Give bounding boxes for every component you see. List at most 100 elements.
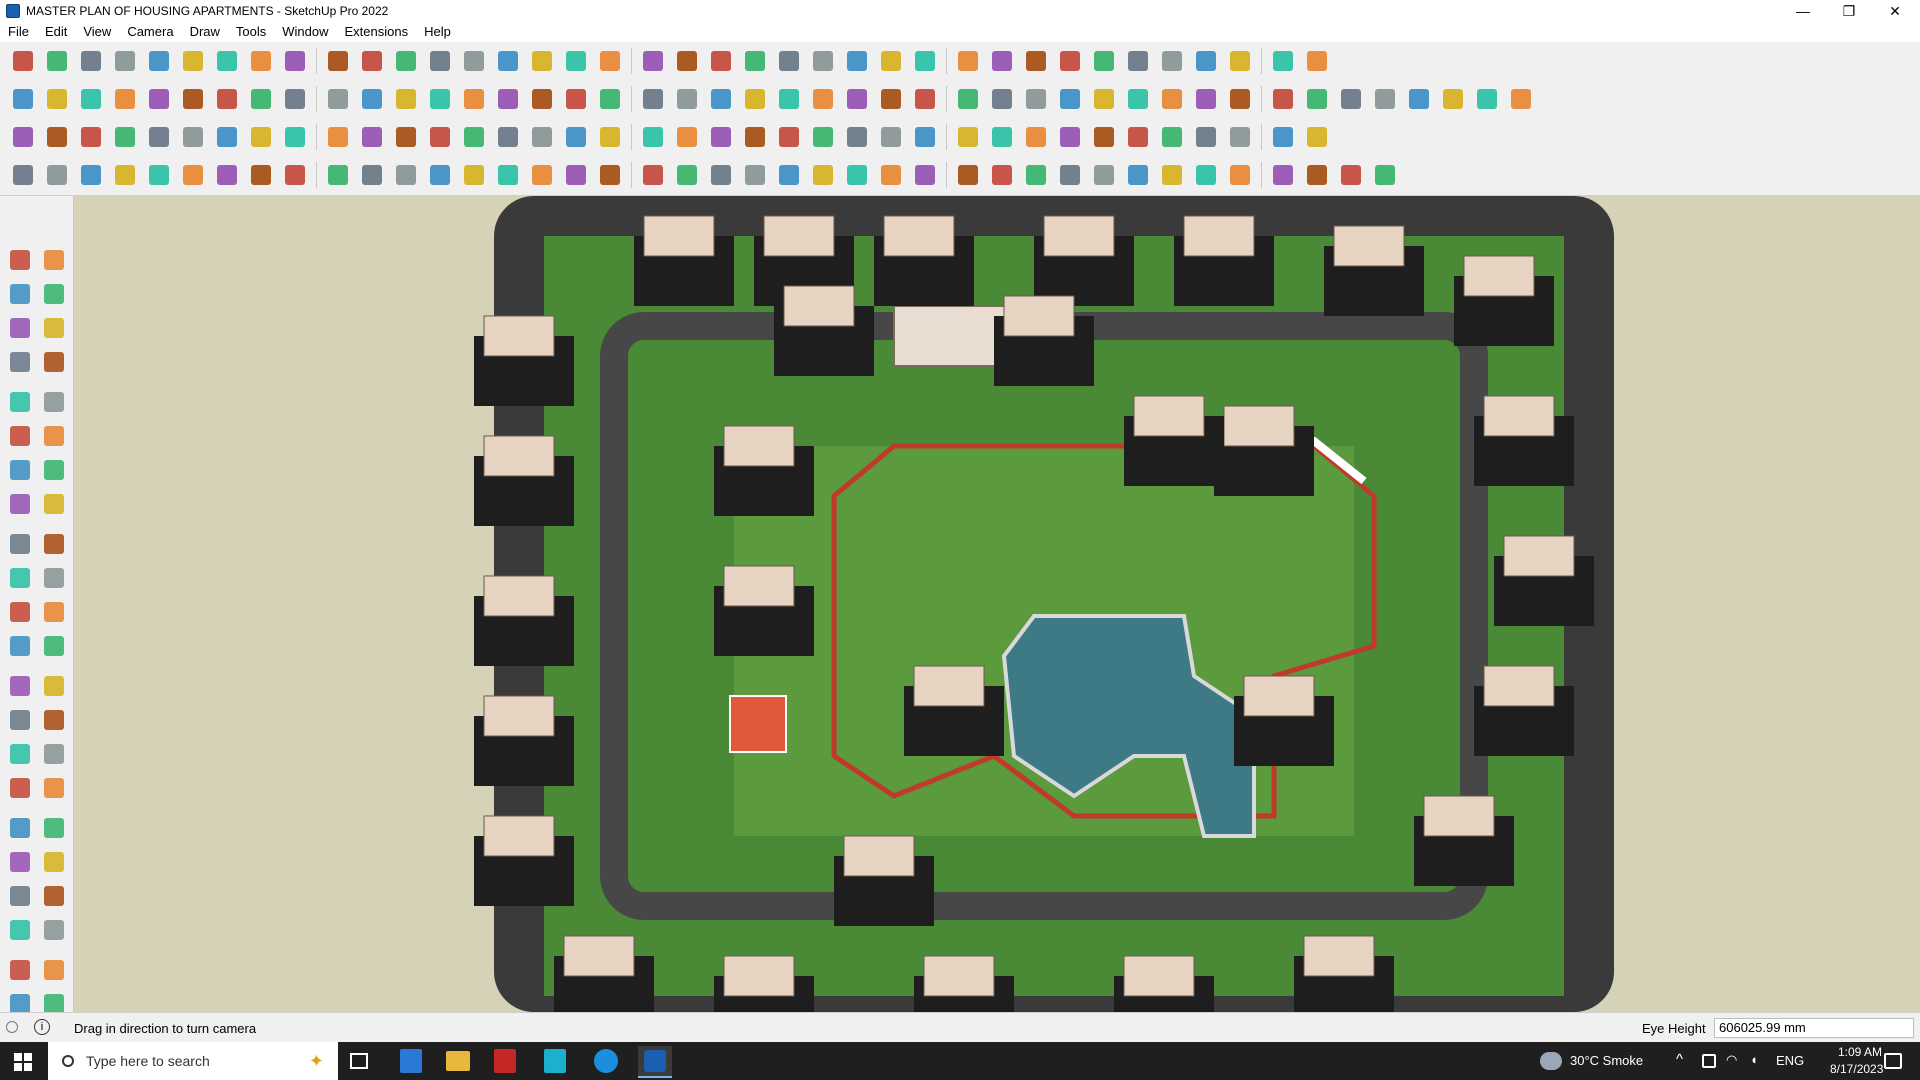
palette-tool-icon[interactable] [40, 882, 68, 910]
toolbar-tool-icon[interactable] [808, 46, 838, 76]
palette-tool-icon[interactable] [40, 246, 68, 274]
menu-camera[interactable]: Camera [119, 22, 181, 42]
palette-tool-icon[interactable] [40, 848, 68, 876]
toolbar-tool-icon[interactable] [178, 122, 208, 152]
palette-tool-icon[interactable] [6, 916, 34, 944]
palette-tool-icon[interactable] [6, 956, 34, 984]
eye-height-field[interactable]: 606025.99 mm [1714, 1018, 1914, 1038]
toolbar-tool-icon[interactable] [595, 46, 625, 76]
toolbar-tool-icon[interactable] [774, 160, 804, 190]
toolbar-tool-icon[interactable] [987, 46, 1017, 76]
model-viewport[interactable] [74, 196, 1920, 1012]
file-explorer-icon[interactable] [446, 1051, 470, 1071]
language-indicator[interactable]: ENG [1776, 1053, 1804, 1068]
toolbar-tool-icon[interactable] [876, 160, 906, 190]
toolbar-tool-icon[interactable] [42, 84, 72, 114]
toolbar-tool-icon[interactable] [8, 160, 38, 190]
toolbar-tool-icon[interactable] [910, 46, 940, 76]
palette-tool-icon[interactable] [6, 740, 34, 768]
toolbar-tool-icon[interactable] [561, 160, 591, 190]
toolbar-tool-icon[interactable] [876, 122, 906, 152]
geo-location-icon[interactable] [6, 1021, 18, 1033]
toolbar-tool-icon[interactable] [459, 84, 489, 114]
toolbar-tool-icon[interactable] [706, 160, 736, 190]
toolbar-tool-icon[interactable] [8, 84, 38, 114]
toolbar-tool-icon[interactable] [212, 160, 242, 190]
toolbar-tool-icon[interactable] [1225, 46, 1255, 76]
calculator-app-icon[interactable] [400, 1049, 422, 1073]
toolbar-tool-icon[interactable] [1089, 122, 1119, 152]
toolbar-tool-icon[interactable] [910, 160, 940, 190]
toolbar-tool-icon[interactable] [638, 122, 668, 152]
toolbar-tool-icon[interactable] [459, 160, 489, 190]
toolbar-tool-icon[interactable] [425, 84, 455, 114]
toolbar-tool-icon[interactable] [876, 46, 906, 76]
toolbar-tool-icon[interactable] [740, 46, 770, 76]
toolbar-tool-icon[interactable] [740, 84, 770, 114]
palette-tool-icon[interactable] [40, 348, 68, 376]
toolbar-tool-icon[interactable] [280, 160, 310, 190]
toolbar-tool-icon[interactable] [595, 84, 625, 114]
toolbar-tool-icon[interactable] [953, 160, 983, 190]
toolbar-tool-icon[interactable] [8, 122, 38, 152]
toolbar-tool-icon[interactable] [76, 84, 106, 114]
palette-tool-icon[interactable] [6, 246, 34, 274]
minimize-button[interactable]: — [1780, 0, 1826, 22]
toolbar-tool-icon[interactable] [280, 122, 310, 152]
weather-text[interactable]: 30°C Smoke [1570, 1053, 1643, 1068]
toolbar-tool-icon[interactable] [493, 84, 523, 114]
toolbar-tool-icon[interactable] [1089, 46, 1119, 76]
toolbar-tool-icon[interactable] [561, 122, 591, 152]
toolbar-tool-icon[interactable] [808, 84, 838, 114]
toolbar-tool-icon[interactable] [144, 122, 174, 152]
palette-tool-icon[interactable] [40, 740, 68, 768]
toolbar-tool-icon[interactable] [1225, 84, 1255, 114]
palette-tool-icon[interactable] [6, 530, 34, 558]
toolbar-tool-icon[interactable] [357, 122, 387, 152]
toolbar-tool-icon[interactable] [1021, 122, 1051, 152]
toolbar-tool-icon[interactable] [459, 122, 489, 152]
toolbar-tool-icon[interactable] [323, 122, 353, 152]
toolbar-tool-icon[interactable] [1021, 84, 1051, 114]
palette-tool-icon[interactable] [6, 490, 34, 518]
menu-tools[interactable]: Tools [228, 22, 274, 42]
toolbar-tool-icon[interactable] [357, 160, 387, 190]
task-view-icon[interactable] [350, 1053, 368, 1069]
palette-tool-icon[interactable] [40, 456, 68, 484]
toolbar-tool-icon[interactable] [212, 122, 242, 152]
toolbar-tool-icon[interactable] [1123, 160, 1153, 190]
toolbar-tool-icon[interactable] [808, 160, 838, 190]
menu-help[interactable]: Help [416, 22, 459, 42]
close-button[interactable]: ✕ [1872, 0, 1918, 22]
toolbar-tool-icon[interactable] [527, 122, 557, 152]
palette-tool-icon[interactable] [6, 706, 34, 734]
toolbar-tool-icon[interactable] [638, 84, 668, 114]
toolbar-tool-icon[interactable] [1123, 46, 1153, 76]
toolbar-tool-icon[interactable] [706, 122, 736, 152]
toolbar-tool-icon[interactable] [1302, 122, 1332, 152]
toolbar-tool-icon[interactable] [740, 160, 770, 190]
toolbar-tool-icon[interactable] [280, 46, 310, 76]
toolbar-tool-icon[interactable] [595, 122, 625, 152]
toolbar-tool-icon[interactable] [246, 122, 276, 152]
toolbar-tool-icon[interactable] [1055, 46, 1085, 76]
info-icon[interactable]: i [34, 1019, 50, 1035]
toolbar-tool-icon[interactable] [842, 46, 872, 76]
toolbar-tool-icon[interactable] [1055, 122, 1085, 152]
toolbar-tool-icon[interactable] [638, 160, 668, 190]
menu-file[interactable]: File [0, 22, 37, 42]
toolbar-tool-icon[interactable] [1191, 160, 1221, 190]
toolbar-tool-icon[interactable] [42, 160, 72, 190]
toolbar-tool-icon[interactable] [1191, 84, 1221, 114]
palette-tool-icon[interactable] [6, 814, 34, 842]
toolbar-tool-icon[interactable] [42, 46, 72, 76]
notifications-icon[interactable] [1884, 1053, 1902, 1069]
toolbar-tool-icon[interactable] [1123, 84, 1153, 114]
palette-tool-icon[interactable] [40, 814, 68, 842]
palette-tool-icon[interactable] [6, 422, 34, 450]
toolbar-tool-icon[interactable] [1336, 84, 1366, 114]
palette-tool-icon[interactable] [40, 706, 68, 734]
toolbar-tool-icon[interactable] [425, 160, 455, 190]
toolbar-tool-icon[interactable] [561, 84, 591, 114]
toolbar-tool-icon[interactable] [8, 46, 38, 76]
